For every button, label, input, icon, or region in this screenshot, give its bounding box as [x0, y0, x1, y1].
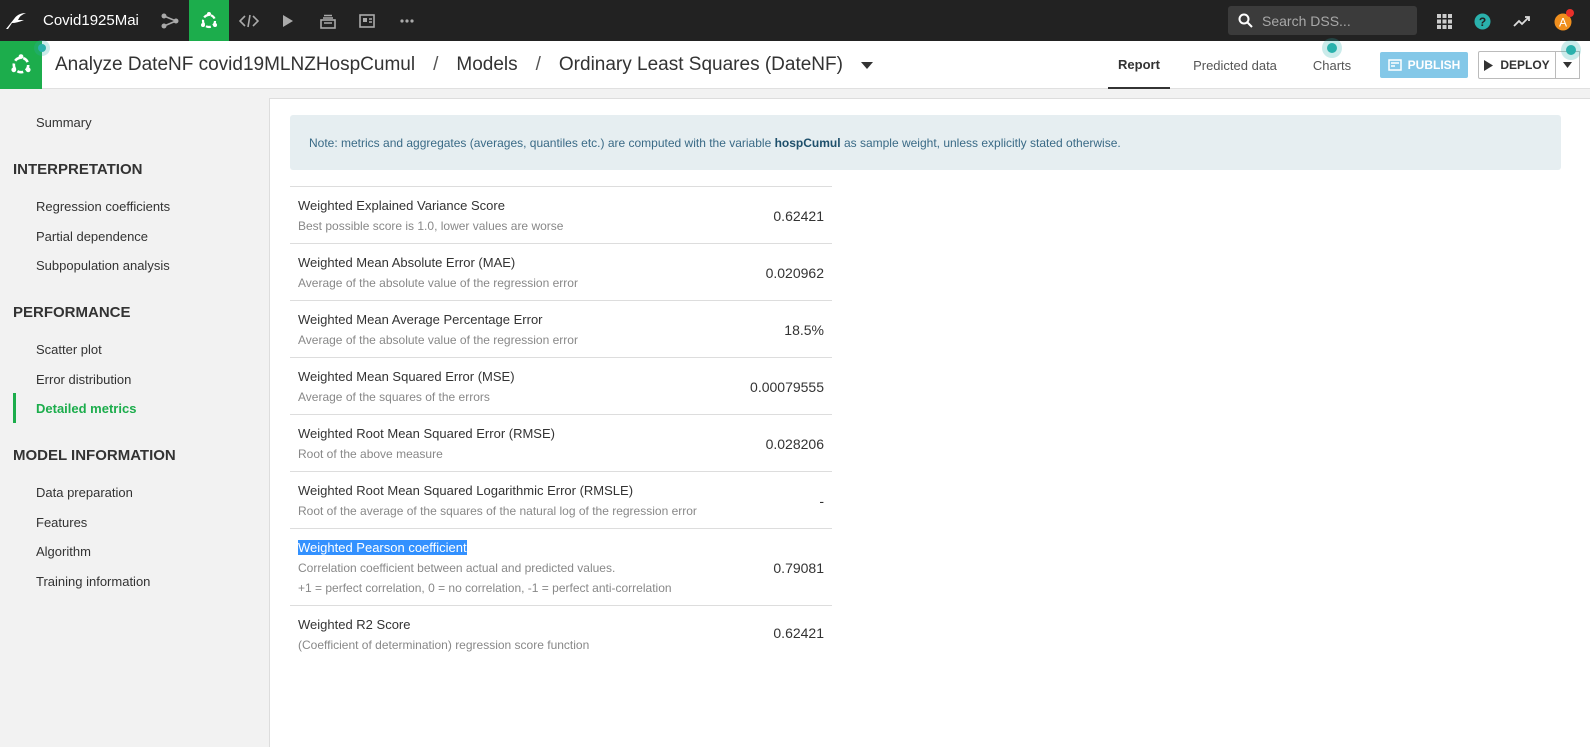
metric-description-detail: +1 = perfect correlation, 0 = no correla…	[298, 581, 672, 595]
metric-value: 0.020962	[765, 265, 824, 281]
tour-hint-dot[interactable]	[1561, 40, 1581, 60]
metric-description: Correlation coefficient between actual a…	[298, 561, 616, 575]
metric-row: Weighted Mean Squared Error (MSE) Averag…	[290, 358, 832, 415]
search-placeholder: Search DSS...	[1262, 13, 1351, 29]
metric-description: Best possible score is 1.0, lower values…	[298, 219, 564, 233]
sidebar-item-subpopulation-analysis[interactable]: Subpopulation analysis	[36, 258, 170, 273]
model-header-bar: Analyze DateNF covid19MLNZHospCumul / Mo…	[0, 41, 1590, 89]
metric-title: Weighted Mean Absolute Error (MAE)	[298, 255, 516, 270]
publish-icon	[1387, 59, 1402, 71]
metric-row: Weighted Mean Absolute Error (MAE) Avera…	[290, 244, 832, 301]
metric-value: 0.00079555	[750, 379, 824, 395]
note-prefix: Note: metrics and aggregates (averages, …	[309, 135, 772, 150]
metric-description: Root of the above measure	[298, 447, 443, 461]
metric-description: Root of the average of the squares of th…	[298, 504, 697, 518]
metric-title: Weighted Pearson coefficient	[298, 540, 467, 555]
metric-row: Weighted R2 Score (Coefficient of determ…	[290, 606, 832, 663]
metric-title: Weighted Root Mean Squared Logarithmic E…	[298, 483, 634, 498]
dashboard-icon[interactable]	[347, 0, 387, 41]
sidebar-heading-performance: PERFORMANCE	[13, 304, 131, 321]
flow-icon[interactable]	[150, 0, 190, 41]
sidebar-heading-model-information: MODEL INFORMATION	[13, 447, 176, 464]
search-input[interactable]: Search DSS...	[1228, 6, 1417, 35]
breadcrumb: Analyze DateNF covid19MLNZHospCumul / Mo…	[55, 54, 873, 76]
help-icon[interactable]: ?	[1470, 9, 1494, 33]
tour-hint-dot[interactable]	[34, 40, 50, 56]
project-name[interactable]: Covid1925Mai	[43, 12, 139, 29]
tour-hint-dot[interactable]	[1322, 38, 1342, 58]
detailed-metrics-panel: Note: metrics and aggregates (averages, …	[269, 98, 1590, 747]
tab-report[interactable]: Report	[1108, 41, 1170, 89]
metric-value: 0.62421	[773, 208, 824, 224]
metric-title: Weighted Root Mean Squared Error (RMSE)	[298, 426, 555, 441]
metric-value: 0.79081	[773, 560, 824, 576]
run-icon[interactable]	[268, 0, 308, 41]
metric-row: Weighted Explained Variance Score Best p…	[290, 187, 832, 244]
deploy-label: DEPLOY	[1500, 58, 1550, 72]
sidebar-active-indicator	[13, 393, 16, 423]
metric-value: 18.5%	[784, 322, 824, 338]
sidebar-heading-interpretation: INTERPRETATION	[13, 161, 143, 178]
sidebar-item-data-preparation[interactable]: Data preparation	[36, 485, 133, 500]
metric-description: (Coefficient of determination) regressio…	[298, 638, 590, 652]
breadcrumb-model[interactable]: Ordinary Least Squares (DateNF)	[559, 54, 843, 76]
sidebar-item-partial-dependence[interactable]: Partial dependence	[36, 229, 148, 244]
code-icon[interactable]	[229, 0, 269, 41]
wiki-icon[interactable]	[308, 0, 348, 41]
sidebar-item-regression-coefficients[interactable]: Regression coefficients	[36, 199, 170, 214]
metric-title: Weighted Mean Average Percentage Error	[298, 312, 543, 327]
metric-description: Average of the squares of the errors	[298, 390, 490, 404]
avatar-letter: A	[1559, 16, 1567, 30]
metrics-table: Weighted Explained Variance Score Best p…	[290, 186, 832, 663]
metric-description: Average of the absolute value of the reg…	[298, 333, 578, 347]
sidebar-item-scatter-plot[interactable]: Scatter plot	[36, 342, 102, 357]
metric-row: Weighted Root Mean Squared Error (RMSE) …	[290, 415, 832, 472]
metric-row: Weighted Mean Average Percentage Error A…	[290, 301, 832, 358]
top-navbar: Covid1925Mai Search DSS... ? A	[0, 0, 1590, 41]
sidebar-item-error-distribution[interactable]: Error distribution	[36, 372, 131, 387]
metric-title: Weighted R2 Score	[298, 617, 411, 632]
breadcrumb-models[interactable]: Models	[456, 54, 517, 76]
publish-button[interactable]: PUBLISH	[1380, 52, 1468, 78]
metric-title: Weighted Explained Variance Score	[298, 198, 505, 213]
sidebar-item-summary[interactable]: Summary	[36, 115, 92, 130]
deploy-button[interactable]: DEPLOY	[1478, 51, 1556, 79]
metric-row: Weighted Pearson coefficient Correlation…	[290, 529, 832, 606]
play-icon	[1484, 59, 1494, 71]
dataiku-bird-logo-icon[interactable]	[0, 0, 32, 41]
metric-value: 0.028206	[765, 436, 824, 452]
breadcrumb-separator: /	[535, 54, 541, 75]
sample-weight-note: Note: metrics and aggregates (averages, …	[290, 115, 1561, 170]
chevron-down-icon	[1563, 62, 1572, 68]
activity-trend-icon[interactable]	[1510, 9, 1534, 33]
more-icon[interactable]	[387, 0, 427, 41]
svg-text:?: ?	[1478, 15, 1485, 29]
lab-icon[interactable]	[189, 0, 229, 41]
sidebar-item-detailed-metrics[interactable]: Detailed metrics	[36, 401, 136, 416]
sidebar-item-features[interactable]: Features	[36, 515, 87, 530]
metric-value: 0.62421	[773, 625, 824, 641]
apps-grid-icon[interactable]	[1432, 9, 1456, 33]
search-icon	[1238, 13, 1253, 33]
metric-title: Weighted Mean Squared Error (MSE)	[298, 369, 515, 384]
sidebar-item-algorithm[interactable]: Algorithm	[36, 544, 91, 559]
breadcrumb-analysis[interactable]: Analyze DateNF covid19MLNZHospCumul	[55, 54, 415, 76]
publish-label: PUBLISH	[1407, 58, 1461, 72]
chevron-down-icon[interactable]	[860, 61, 873, 69]
avatar[interactable]: A	[1551, 9, 1575, 33]
metric-row: Weighted Root Mean Squared Logarithmic E…	[290, 472, 832, 529]
sidebar-item-training-information[interactable]: Training information	[36, 574, 150, 589]
note-variable: hospCumul	[774, 135, 841, 150]
metric-value: -	[819, 493, 824, 509]
note-suffix: as sample weight, unless explicitly stat…	[843, 135, 1121, 150]
tab-predicted-data[interactable]: Predicted data	[1188, 41, 1282, 89]
metric-description: Average of the absolute value of the reg…	[298, 276, 578, 290]
breadcrumb-separator: /	[433, 54, 439, 75]
